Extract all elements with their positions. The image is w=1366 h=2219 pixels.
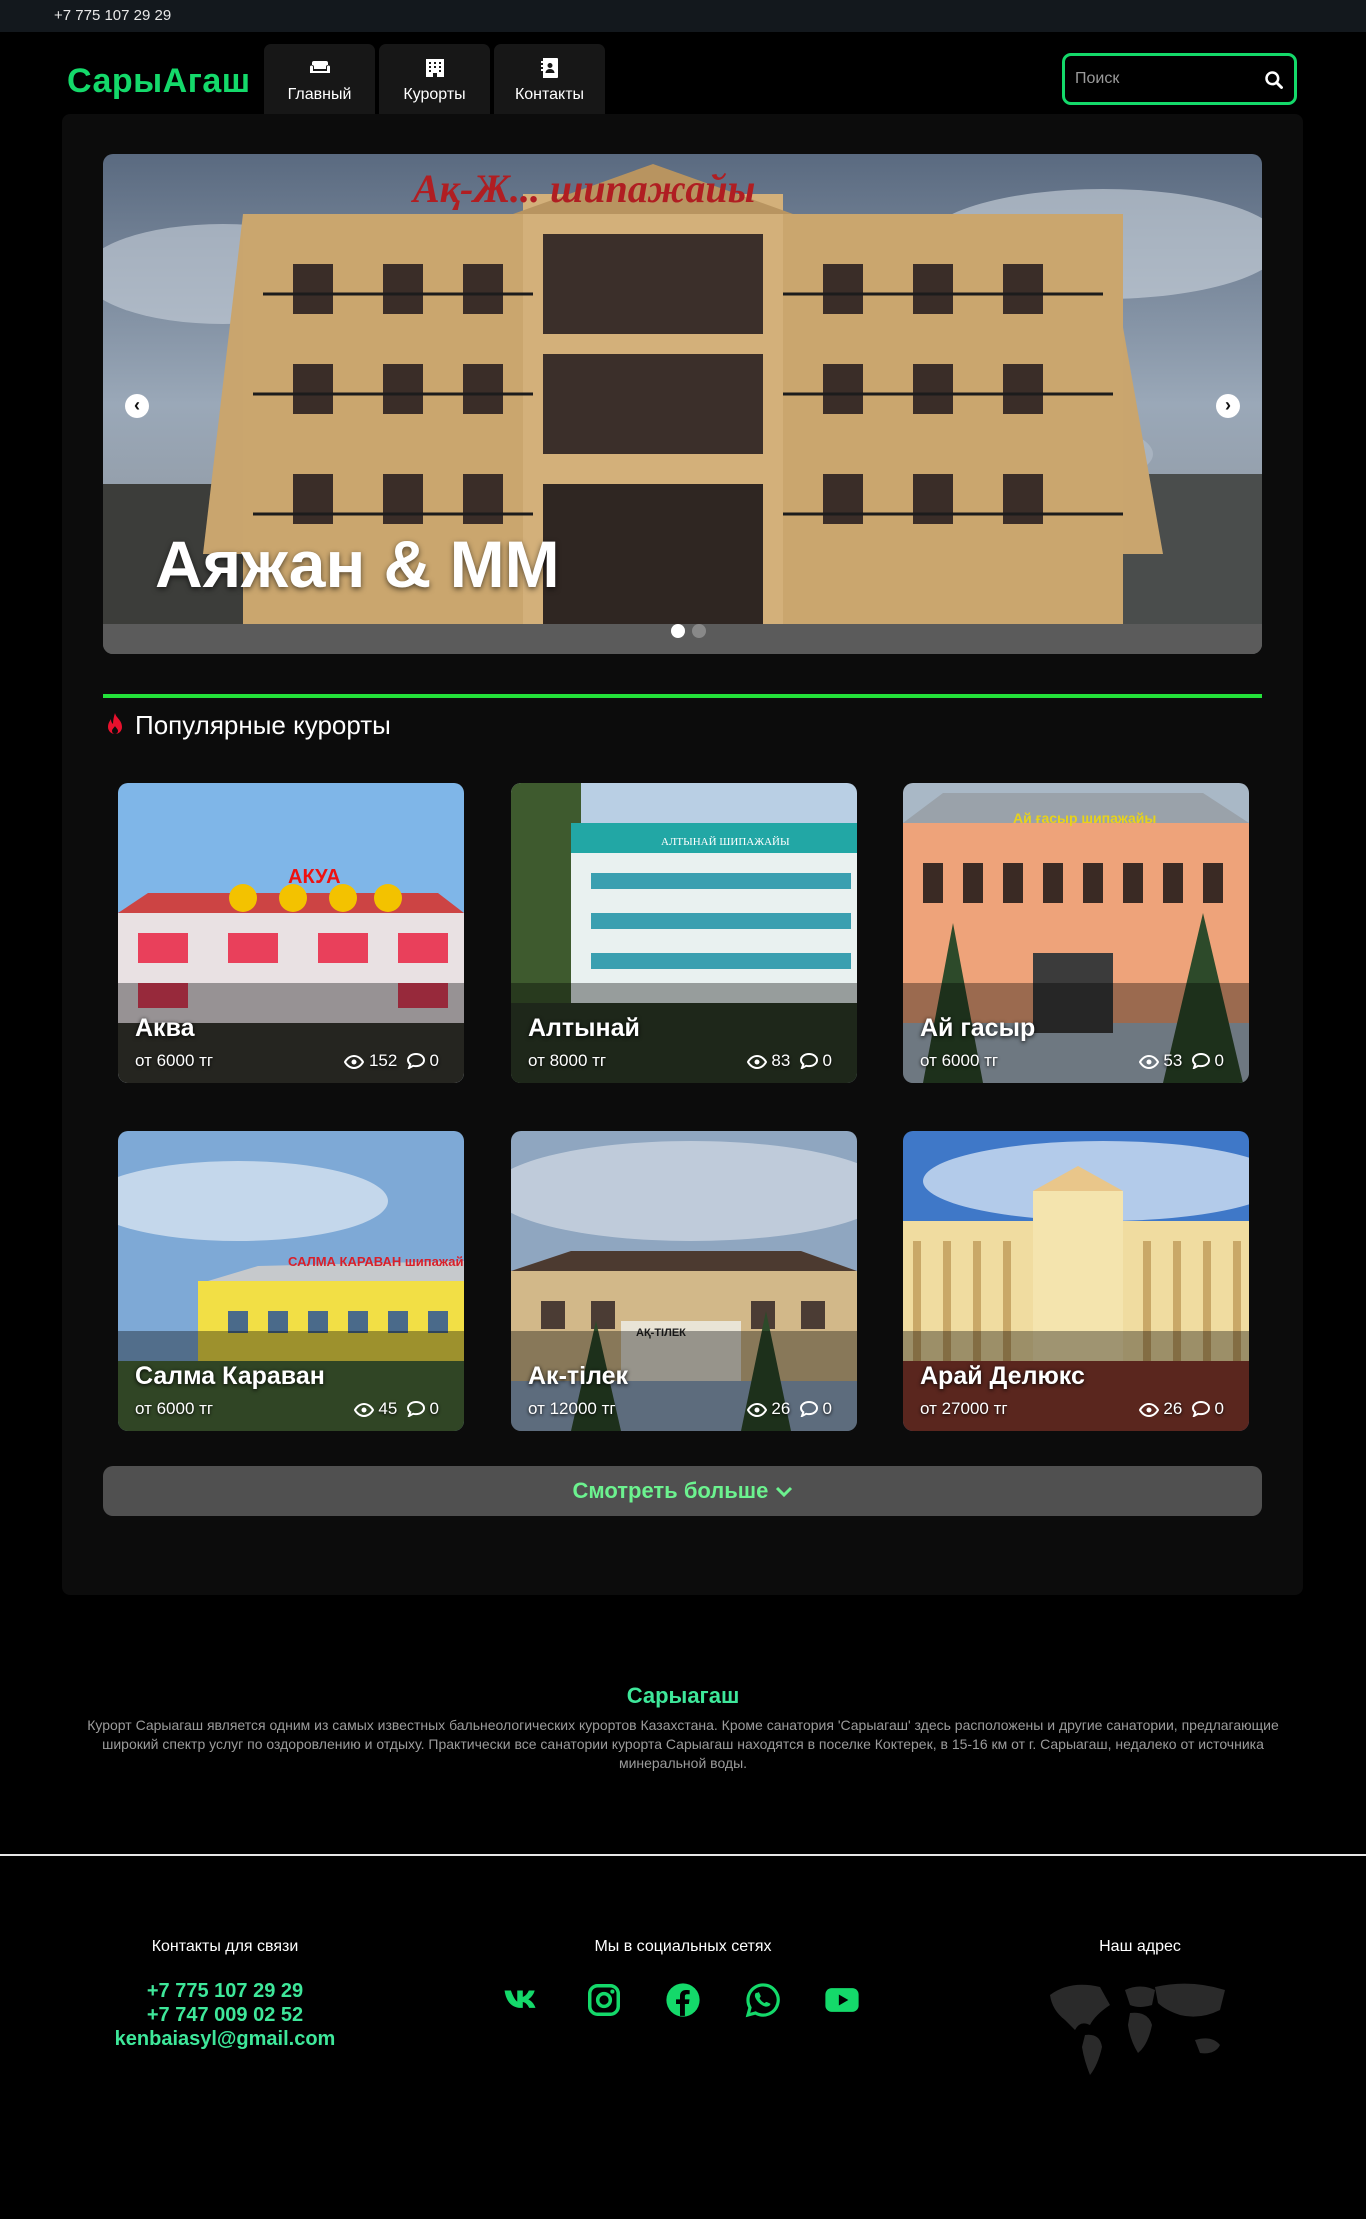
vk-icon[interactable] bbox=[503, 1981, 541, 2019]
header: СарыАгаш Главный Курорты Контакты Поиск bbox=[0, 32, 1366, 114]
resort-card[interactable]: Ай ғасыр шипажайы Ай гасыр от 6000 тг 53… bbox=[903, 783, 1249, 1083]
resort-stats: 53 0 bbox=[1138, 1051, 1224, 1071]
hotel-icon bbox=[425, 59, 444, 77]
slider-prev-button[interactable]: ‹ bbox=[125, 394, 149, 418]
address-title: Наш адрес bbox=[1099, 1938, 1181, 1955]
eye-icon bbox=[1138, 1054, 1159, 1070]
hero-sign-text: Ақ-Ж... шипажайы bbox=[410, 166, 755, 211]
sofa-icon bbox=[309, 61, 330, 73]
views-count: 26 bbox=[1163, 1399, 1183, 1418]
instagram-icon[interactable] bbox=[585, 1981, 623, 2019]
top-phone[interactable]: +7 775 107 29 29 bbox=[54, 7, 171, 24]
footer-email[interactable]: kenbaiasyl@gmail.com bbox=[75, 2027, 375, 2051]
comments-count: 0 bbox=[429, 1051, 439, 1070]
slide-title: Аяжан & ММ bbox=[155, 527, 560, 601]
views-count: 45 bbox=[378, 1399, 398, 1418]
popular-heading: Популярные курорты bbox=[103, 710, 391, 741]
views-count: 53 bbox=[1163, 1051, 1183, 1070]
footer-phone-2[interactable]: +7 747 009 02 52 bbox=[75, 2003, 375, 2027]
views-count: 152 bbox=[368, 1051, 398, 1070]
resort-card[interactable]: АЛТЫНАЙ ШИПАЖАЙЫ Алтынай от 8000 тг 83 0 bbox=[511, 783, 857, 1083]
nav-home[interactable]: Главный bbox=[264, 44, 375, 114]
resort-price: от 8000 тг bbox=[528, 1051, 607, 1070]
popular-title: Популярные курорты bbox=[135, 710, 391, 740]
slider-dot-2[interactable] bbox=[692, 624, 706, 638]
eye-icon bbox=[344, 1054, 365, 1070]
resort-sign: САЛМА КАРАВАН шипажайы bbox=[288, 1254, 464, 1269]
comment-icon bbox=[799, 1400, 818, 1419]
show-more-label: Смотреть больше bbox=[572, 1478, 769, 1503]
hero-slider: Ақ-Ж... шипажайы ‹ › Аяжан & ММ bbox=[103, 154, 1262, 654]
comments-count: 0 bbox=[1214, 1399, 1224, 1418]
contact-book-icon bbox=[540, 58, 558, 78]
footer-divider bbox=[0, 1854, 1366, 1856]
contacts-title: Контакты для связи bbox=[151, 1938, 299, 1955]
resort-price: от 27000 тг bbox=[920, 1399, 1008, 1418]
comments-count: 0 bbox=[822, 1399, 832, 1418]
resort-price: от 6000 тг bbox=[135, 1051, 214, 1070]
resort-stats: 45 0 bbox=[353, 1399, 439, 1419]
whatsapp-icon[interactable] bbox=[744, 1981, 782, 2019]
chevron-down-icon bbox=[775, 1486, 792, 1498]
views-count: 83 bbox=[771, 1051, 791, 1070]
resort-name: Ак-тілек bbox=[528, 1362, 629, 1390]
resort-stats: 26 0 bbox=[1138, 1399, 1224, 1419]
comment-icon bbox=[799, 1052, 818, 1071]
about-text: Курорт Сарыагаш является одним из самых … bbox=[87, 1717, 1279, 1771]
eye-icon bbox=[1138, 1402, 1159, 1418]
search-input[interactable]: Поиск bbox=[1075, 70, 1119, 88]
nav-contacts[interactable]: Контакты bbox=[494, 44, 605, 114]
resort-name: Салма Караван bbox=[135, 1362, 325, 1390]
comments-count: 0 bbox=[429, 1399, 439, 1418]
nav-resorts-label: Курорты bbox=[403, 86, 466, 103]
social-title: Мы в социальных сетях bbox=[594, 1938, 772, 1955]
resort-card[interactable]: АҚ-ТІЛЕК Ак-тілек от 12000 тг 26 0 bbox=[511, 1131, 857, 1431]
section-divider bbox=[103, 694, 1262, 698]
comments-count: 0 bbox=[1214, 1051, 1224, 1070]
resort-sign: АКУА bbox=[288, 866, 341, 888]
top-bar: +7 775 107 29 29 bbox=[0, 0, 1366, 32]
eye-icon bbox=[746, 1054, 767, 1070]
eye-icon bbox=[353, 1402, 374, 1418]
search-icon[interactable] bbox=[1264, 70, 1284, 90]
comment-icon bbox=[406, 1400, 425, 1419]
slider-dot-1[interactable] bbox=[671, 624, 685, 638]
resort-name: Ай гасыр bbox=[920, 1014, 1036, 1042]
about-title: Сарыагаш bbox=[626, 1683, 740, 1708]
resort-card[interactable]: Арай Делюкс от 27000 тг 26 0 bbox=[903, 1131, 1249, 1431]
slider-next-button[interactable]: › bbox=[1216, 394, 1240, 418]
resort-price: от 6000 тг bbox=[920, 1051, 999, 1070]
show-more-button[interactable]: Смотреть больше bbox=[103, 1466, 1262, 1516]
footer-phone-1[interactable]: +7 775 107 29 29 bbox=[75, 1979, 375, 2003]
resort-price: от 6000 тг bbox=[135, 1399, 214, 1418]
main-panel: Ақ-Ж... шипажайы ‹ › Аяжан & ММ Популярн… bbox=[62, 114, 1303, 1595]
resort-stats: 152 0 bbox=[344, 1051, 439, 1071]
nav-home-label: Главный bbox=[287, 86, 352, 103]
search-box[interactable]: Поиск bbox=[1062, 53, 1297, 105]
nav-resorts[interactable]: Курорты bbox=[379, 44, 490, 114]
slider-dots bbox=[671, 624, 713, 643]
site-logo[interactable]: СарыАгаш bbox=[67, 62, 251, 101]
eye-icon bbox=[746, 1402, 767, 1418]
resort-sign: АЛТЫНАЙ ШИПАЖАЙЫ bbox=[661, 836, 790, 848]
resort-stats: 26 0 bbox=[746, 1399, 832, 1419]
resort-stats: 83 0 bbox=[746, 1051, 832, 1071]
fire-icon bbox=[108, 713, 122, 734]
comment-icon bbox=[406, 1052, 425, 1071]
resort-name: Алтынай bbox=[528, 1014, 640, 1042]
youtube-icon[interactable] bbox=[823, 1981, 861, 2019]
comment-icon bbox=[1191, 1052, 1210, 1071]
comments-count: 0 bbox=[822, 1051, 832, 1070]
world-map[interactable] bbox=[1040, 1975, 1240, 2085]
resort-card[interactable]: САЛМА КАРАВАН шипажайы Салма Караван от … bbox=[118, 1131, 464, 1431]
resort-card[interactable]: АКУА Аква от 6000 тг 152 0 bbox=[118, 783, 464, 1083]
resort-price: от 12000 тг bbox=[528, 1399, 616, 1418]
nav-contacts-label: Контакты bbox=[514, 86, 585, 103]
resort-name: Арай Делюкс bbox=[920, 1362, 1085, 1390]
views-count: 26 bbox=[771, 1399, 791, 1418]
comment-icon bbox=[1191, 1400, 1210, 1419]
resort-name: Аква bbox=[135, 1014, 195, 1042]
resort-sign: Ай ғасыр шипажайы bbox=[1013, 810, 1156, 826]
facebook-icon[interactable] bbox=[664, 1981, 702, 2019]
